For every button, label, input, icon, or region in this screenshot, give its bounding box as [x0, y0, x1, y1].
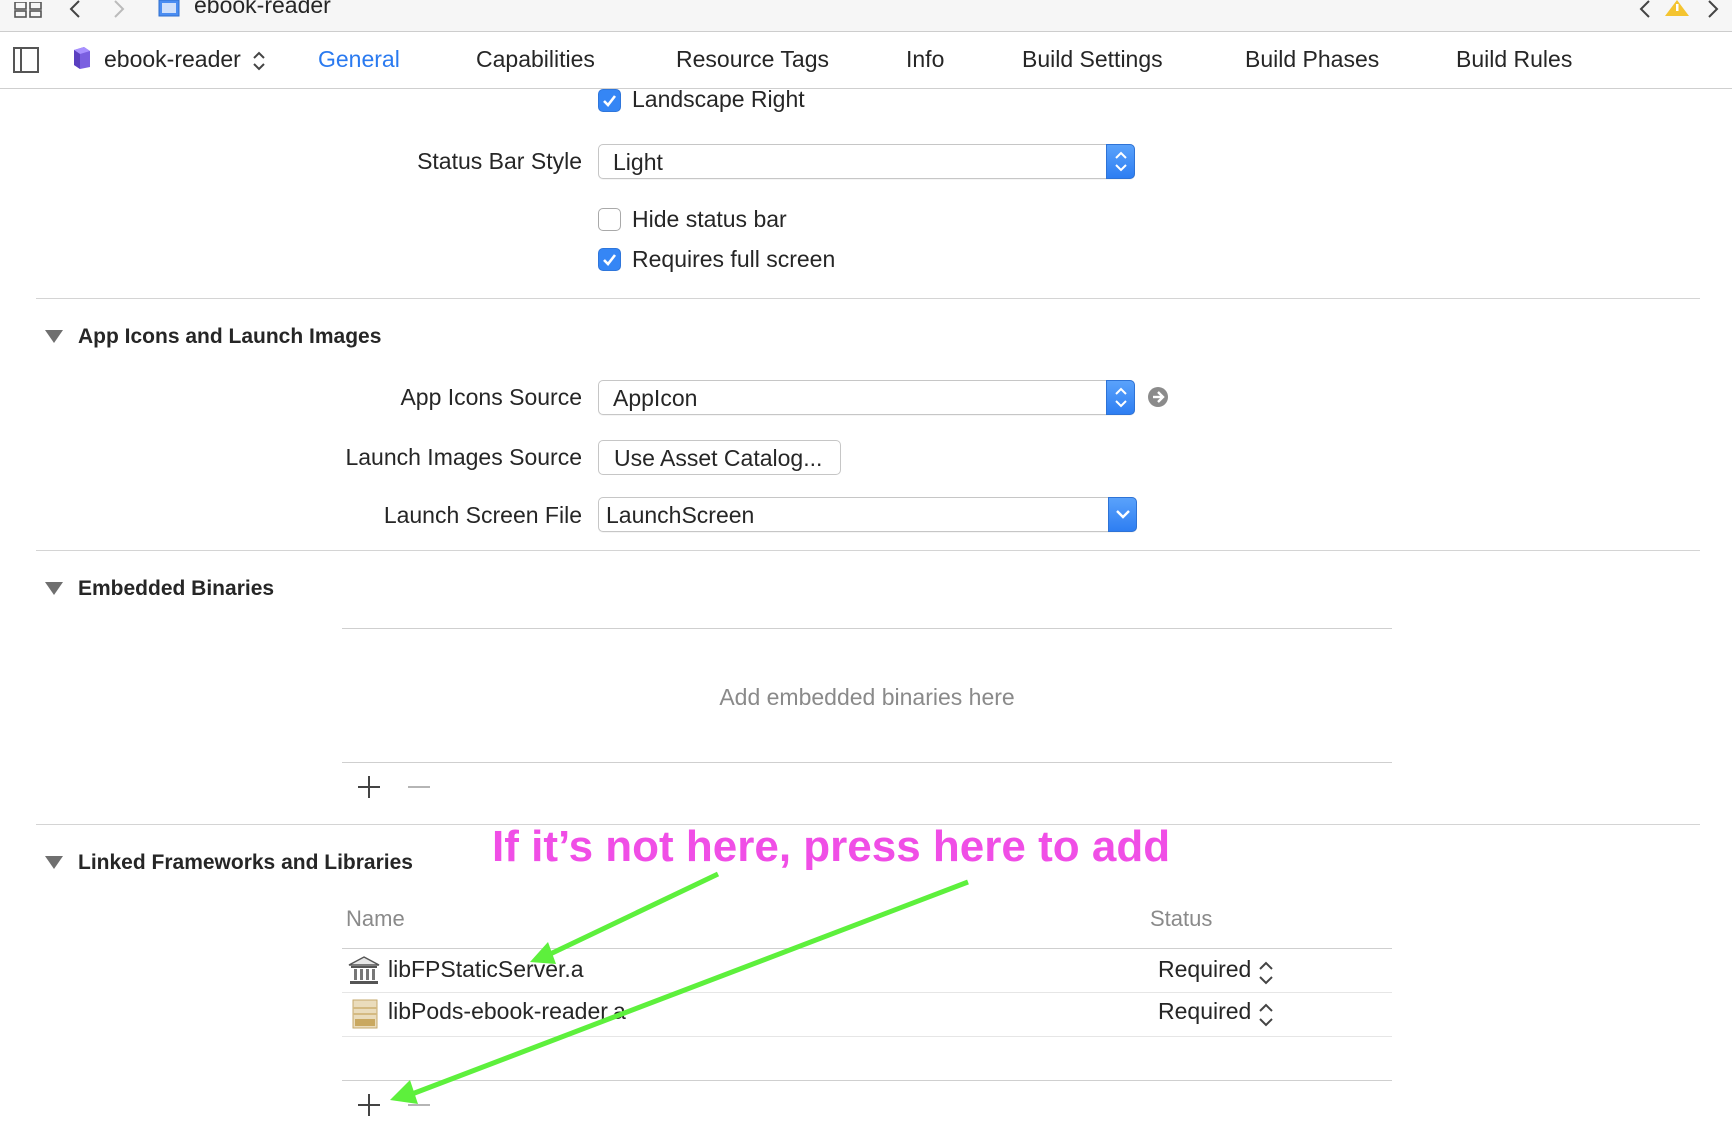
- use-asset-catalog-button[interactable]: Use Asset Catalog...: [598, 440, 841, 475]
- tab-build-settings[interactable]: Build Settings: [1022, 46, 1163, 73]
- table-row[interactable]: libFPStaticServer.a Required: [342, 950, 1392, 992]
- column-header-name[interactable]: Name: [346, 906, 405, 932]
- launch-screen-file-combobox[interactable]: LaunchScreen: [598, 497, 1137, 532]
- app-icons-source-label: App Icons Source: [400, 384, 582, 410]
- disclosure-triangle-icon[interactable]: [45, 330, 63, 343]
- landscape-right-checkbox[interactable]: [598, 89, 621, 112]
- back-chevron-icon[interactable]: [66, 0, 84, 18]
- popup-stepper[interactable]: [1106, 144, 1135, 179]
- annotation-arrow-to-library: [544, 871, 720, 959]
- archive-icon: [352, 999, 378, 1029]
- target-name: ebook-reader: [104, 46, 241, 72]
- linked-item-name: libFPStaticServer.a: [388, 956, 584, 982]
- linked-item-status[interactable]: Required: [1158, 998, 1251, 1025]
- tab-capabilities[interactable]: Capabilities: [476, 46, 595, 73]
- tab-resource-tags[interactable]: Resource Tags: [676, 46, 829, 73]
- disclosure-triangle-icon[interactable]: [45, 856, 63, 869]
- status-bar-style-label: Status Bar Style: [417, 148, 582, 174]
- add-framework-button[interactable]: [356, 1092, 382, 1118]
- add-embedded-binary-button[interactable]: [356, 774, 382, 800]
- project-file-icon: [158, 0, 180, 17]
- tab-build-rules[interactable]: Build Rules: [1456, 46, 1572, 73]
- target-icon: [74, 47, 90, 69]
- status-bar-style-value: Light: [613, 149, 663, 175]
- section-divider: [36, 550, 1700, 551]
- linked-table-header-line: [342, 948, 1392, 949]
- requires-full-screen-label: Requires full screen: [632, 246, 836, 272]
- library-icon: [348, 956, 380, 984]
- tab-general[interactable]: General: [318, 46, 400, 73]
- go-to-arrow-icon[interactable]: [1147, 386, 1169, 408]
- checkmark-icon: [603, 254, 617, 266]
- grid-icon[interactable]: [14, 2, 44, 18]
- column-header-status[interactable]: Status: [1150, 906, 1212, 932]
- updown-chevron-icon[interactable]: [1258, 1002, 1274, 1028]
- toggle-sidebar-icon[interactable]: [13, 47, 40, 74]
- disclosure-triangle-icon[interactable]: [45, 582, 63, 595]
- hide-status-bar-label: Hide status bar: [632, 206, 787, 232]
- forward-chevron-icon[interactable]: [110, 0, 128, 18]
- row-separator: [342, 1036, 1392, 1037]
- issue-forward-chevron-icon[interactable]: [1704, 0, 1722, 18]
- warning-icon[interactable]: [1664, 0, 1690, 16]
- app-icons-source-popup[interactable]: AppIcon: [598, 380, 1135, 415]
- updown-chevron-icon[interactable]: [252, 50, 266, 72]
- requires-full-screen-checkbox[interactable]: [598, 248, 621, 271]
- issue-back-chevron-icon[interactable]: [1636, 0, 1654, 18]
- remove-embedded-binary-button[interactable]: [406, 774, 432, 800]
- landscape-right-label: Landscape Right: [632, 86, 805, 112]
- section-divider: [36, 298, 1700, 299]
- window-toolbar: ebook-reader: [0, 0, 1732, 32]
- toolbar-project-name: ebook-reader: [194, 0, 331, 18]
- tab-info[interactable]: Info: [906, 46, 944, 73]
- linked-item-name: libPods-ebook-reader.a: [388, 998, 626, 1024]
- row-separator: [342, 992, 1392, 993]
- updown-chevron-icon[interactable]: [1258, 960, 1274, 986]
- launch-screen-file-value: LaunchScreen: [606, 502, 755, 528]
- combobox-dropdown[interactable]: [1108, 497, 1137, 532]
- section-title-linked-frameworks: Linked Frameworks and Libraries: [78, 851, 413, 874]
- section-title-embedded-binaries: Embedded Binaries: [78, 577, 275, 600]
- tab-build-phases[interactable]: Build Phases: [1245, 46, 1379, 73]
- updown-chevron-icon: [1115, 151, 1127, 172]
- use-asset-catalog-button-label: Use Asset Catalog...: [614, 445, 823, 471]
- launch-images-source-label: Launch Images Source: [345, 444, 582, 470]
- table-row[interactable]: libPods-ebook-reader.a Required: [342, 994, 1392, 1036]
- linked-item-status[interactable]: Required: [1158, 956, 1251, 983]
- embedded-empty-placeholder: Add embedded binaries here: [719, 684, 1015, 710]
- remove-framework-button[interactable]: [406, 1092, 432, 1118]
- launch-screen-file-label: Launch Screen File: [383, 502, 582, 528]
- updown-chevron-icon: [1115, 387, 1127, 408]
- checkmark-icon: [603, 95, 617, 107]
- status-bar-style-popup[interactable]: Light: [598, 144, 1135, 179]
- linked-table-bottom: [342, 1080, 1392, 1081]
- annotation-text: If it’s not here, press here to add: [492, 822, 1171, 871]
- popup-stepper[interactable]: [1106, 380, 1135, 415]
- embedded-table-top: [342, 628, 1392, 629]
- target-selector[interactable]: ebook-reader: [104, 46, 241, 73]
- editor-tab-bar: ebook-reader General Capabilities Resour…: [0, 32, 1732, 89]
- hide-status-bar-checkbox[interactable]: [598, 208, 621, 231]
- app-icons-source-value: AppIcon: [613, 385, 698, 411]
- section-title-app-icons: App Icons and Launch Images: [78, 325, 382, 348]
- embedded-table-bottom: [342, 762, 1392, 763]
- chevron-down-icon: [1116, 510, 1130, 519]
